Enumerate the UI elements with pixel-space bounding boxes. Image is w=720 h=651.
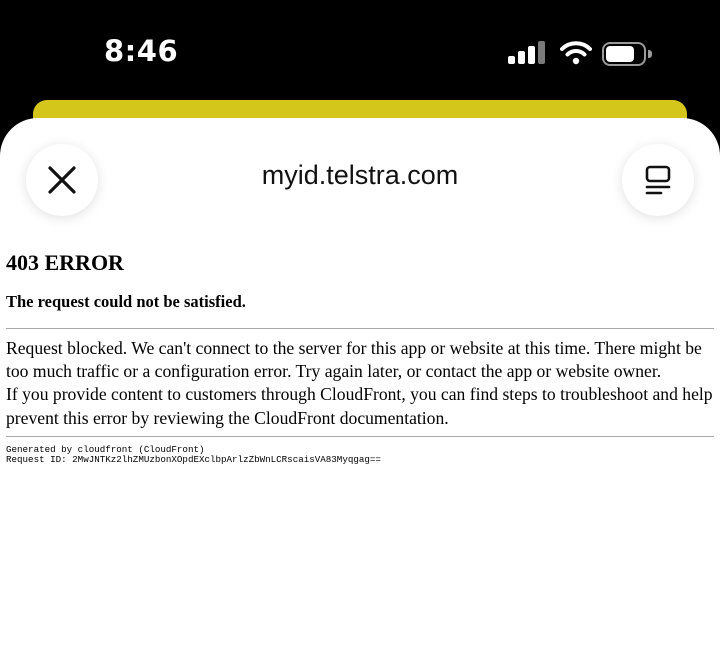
sheet-header: myid.telstra.com bbox=[0, 118, 720, 228]
wifi-icon bbox=[560, 40, 592, 66]
browser-sheet: myid.telstra.com 403 ERROR The request c… bbox=[0, 118, 720, 651]
divider bbox=[6, 328, 714, 329]
error-message: Request blocked. We can't connect to the… bbox=[6, 337, 714, 430]
menu-icon bbox=[645, 165, 671, 195]
status-bar: 8:46 bbox=[0, 0, 720, 100]
error-page: 403 ERROR The request could not be satis… bbox=[6, 248, 714, 466]
error-message-blocked: Request blocked. We can't connect to the… bbox=[6, 338, 702, 382]
signal-icon bbox=[508, 40, 548, 66]
status-time: 8:46 bbox=[104, 34, 179, 68]
page-menu-button[interactable] bbox=[622, 144, 694, 216]
error-footer: Generated by cloudfront (CloudFront) Req… bbox=[6, 444, 714, 466]
divider bbox=[6, 435, 714, 437]
error-subtitle: The request could not be satisfied. bbox=[6, 292, 246, 311]
error-title: 403 ERROR bbox=[6, 250, 124, 275]
page-url-title: myid.telstra.com bbox=[261, 160, 459, 190]
request-id: Request ID: 2MwJNTKz2lhZMUzbonXOpdEXclbp… bbox=[6, 454, 381, 466]
battery-icon bbox=[602, 42, 652, 66]
error-message-cloudfront: If you provide content to customers thro… bbox=[6, 384, 713, 428]
